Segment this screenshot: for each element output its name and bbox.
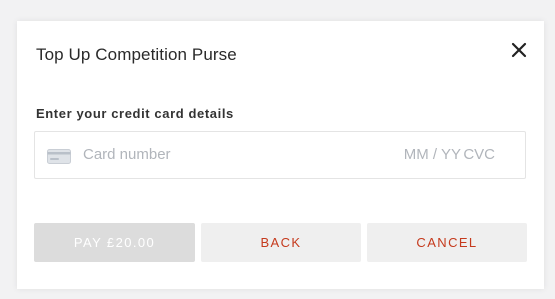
cancel-button[interactable]: CANCEL — [367, 223, 527, 262]
back-button[interactable]: BACK — [201, 223, 361, 262]
top-up-dialog: Top Up Competition Purse Enter your cred… — [17, 21, 544, 289]
card-input-field[interactable]: Card number MM / YY CVC — [34, 131, 526, 179]
pay-button[interactable]: PAY £20.00 — [34, 223, 195, 262]
dialog-title: Top Up Competition Purse — [36, 45, 237, 64]
card-details-label: Enter your credit card details — [36, 106, 234, 121]
card-expiry-input[interactable]: MM / YY — [404, 146, 461, 163]
card-number-input[interactable]: Card number — [83, 146, 171, 163]
close-button[interactable] — [508, 39, 530, 61]
close-icon — [511, 42, 527, 58]
card-cvc-input[interactable]: CVC — [463, 146, 495, 163]
credit-card-icon — [47, 149, 71, 164]
